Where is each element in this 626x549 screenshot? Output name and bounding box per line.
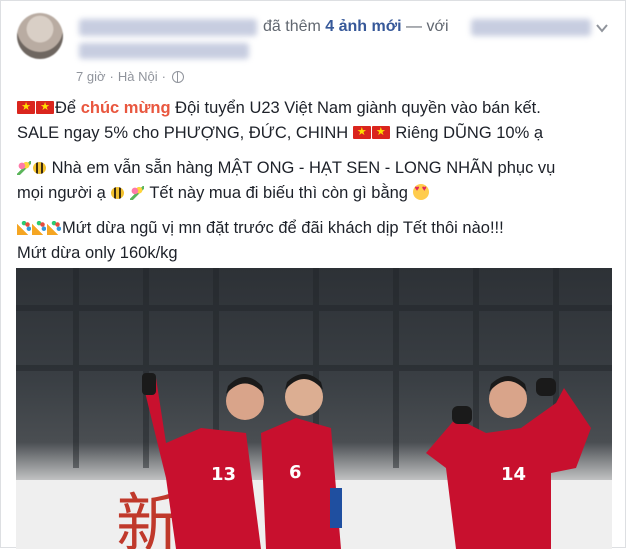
football-players-image: 新 13 6 14 <box>16 268 612 549</box>
jersey-number-14: 14 <box>501 464 526 485</box>
post-header-text: đã thêm 4 ảnh mới — với <box>263 18 449 36</box>
vietnam-flag-icon <box>17 98 35 116</box>
p2-line2b: Tết này mua đi biếu thì còn gì bằng <box>149 184 408 202</box>
p3-line2: Mứt dừa only 160k/kg <box>17 244 178 262</box>
highlight-text: chúc mừng <box>80 99 171 117</box>
bouquet-icon <box>130 186 145 200</box>
heart-eyes-emoji-icon <box>412 184 429 200</box>
p2-line1: Nhà em vẫn sẵn hàng MẬT ONG - HẠT SEN - … <box>51 159 556 177</box>
blurred-tagged-friend-2[interactable] <box>79 43 249 59</box>
bee-icon <box>111 187 125 199</box>
party-popper-icon <box>32 221 46 235</box>
p1-rest: Đội tuyển U23 Việt Nam giành quyền vào b… <box>175 99 541 117</box>
facebook-post: đã thêm 4 ảnh mới — với 7 giờ · Hà Nội ·… <box>0 0 626 549</box>
meta-separator: · <box>109 69 114 84</box>
vietnam-flag-icon <box>36 98 54 116</box>
jersey-number-13: 13 <box>211 464 236 485</box>
party-popper-icon <box>17 221 31 235</box>
bouquet-icon <box>17 161 31 175</box>
vietnam-flag-icon <box>371 123 390 141</box>
blurred-author-name[interactable] <box>79 19 257 36</box>
globe-icon[interactable] <box>171 70 184 83</box>
paragraph-3: Mứt dừa ngũ vị mn đặt trước để đãi khách… <box>17 216 617 266</box>
p1-prefix: Để <box>55 99 77 117</box>
p2-line2a: mọi người ạ <box>17 184 106 202</box>
author-avatar[interactable] <box>17 13 63 59</box>
paragraph-1: Để chúc mừng Đội tuyển U23 Việt Nam giàn… <box>17 96 617 146</box>
action-text: đã thêm <box>263 18 321 35</box>
player-6: 6 <box>261 374 342 549</box>
post-meta: 7 giờ · Hà Nội · <box>76 69 184 84</box>
meta-separator-2: · <box>161 69 166 84</box>
new-photos-link[interactable]: 4 ảnh mới <box>325 18 401 35</box>
post-body: Để chúc mừng Đội tuyển U23 Việt Nam giàn… <box>17 96 617 276</box>
blurred-tagged-friend[interactable] <box>471 19 591 36</box>
post-photo[interactable]: 新 13 6 14 <box>16 268 612 549</box>
p1-line2-end: Riêng DŨNG 10% ạ <box>395 124 544 142</box>
p3-line1: Mứt dừa ngũ vị mn đặt trước để đãi khách… <box>62 219 504 237</box>
vietnam-flag-icon <box>352 123 371 141</box>
party-popper-icon <box>47 221 61 235</box>
jersey-number-6: 6 <box>289 462 302 483</box>
with-text: — với <box>406 18 449 35</box>
p1-line2: SALE ngay 5% cho PHƯỢNG, ĐỨC, CHINH <box>17 124 349 142</box>
bee-icon <box>33 162 46 174</box>
paragraph-2: Nhà em vẫn sẵn hàng MẬT ONG - HẠT SEN - … <box>17 156 617 206</box>
post-time[interactable]: 7 giờ <box>76 69 106 84</box>
post-location[interactable]: Hà Nội <box>118 69 158 84</box>
chevron-down-icon[interactable] <box>595 21 609 35</box>
